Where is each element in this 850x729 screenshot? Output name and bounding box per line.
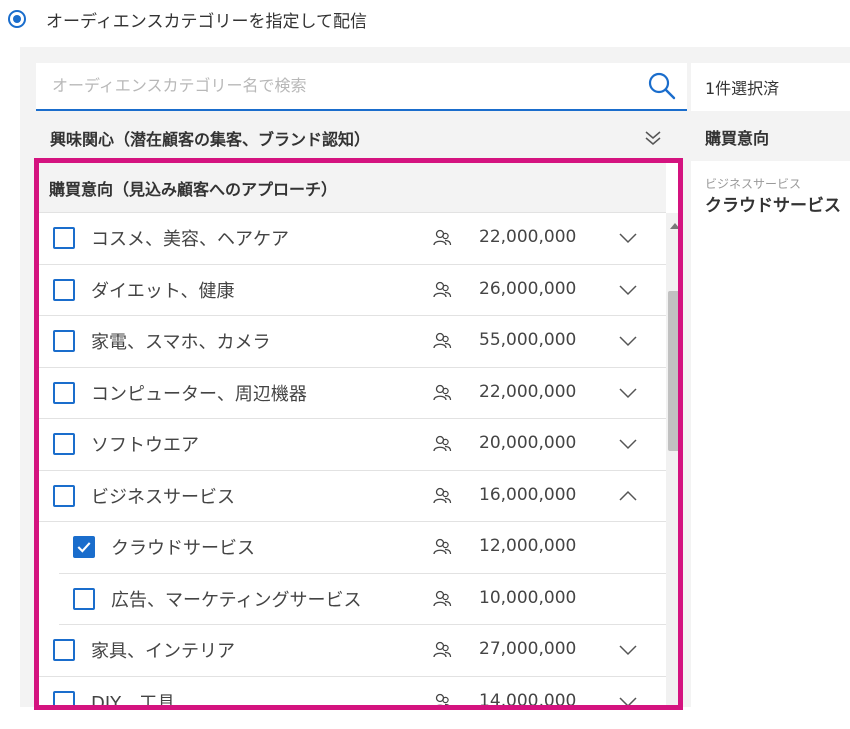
scrollbar-thumb[interactable] bbox=[668, 291, 678, 451]
targeting-mode-label: オーディエンスカテゴリーを指定して配信 bbox=[46, 11, 367, 32]
category-checkbox[interactable] bbox=[73, 587, 95, 610]
audience-count: 20,000,000 bbox=[479, 433, 577, 453]
audience-count: 55,000,000 bbox=[479, 330, 577, 350]
category-name: ソフトウエア bbox=[91, 435, 199, 457]
category-checkbox[interactable] bbox=[53, 278, 75, 301]
category-name: DIY、工具 bbox=[91, 692, 176, 710]
selection-list: ビジネスサービス クラウドサービス bbox=[691, 161, 850, 707]
category-name: 広告、マーケティングサービス bbox=[111, 589, 362, 611]
category-checkbox[interactable] bbox=[53, 330, 75, 353]
scroll-down-arrow-icon[interactable] bbox=[670, 705, 680, 710]
search-input[interactable] bbox=[36, 63, 642, 107]
category-checkbox[interactable] bbox=[53, 433, 75, 456]
category-name: クラウドサービス bbox=[111, 538, 255, 560]
chevron-down-icon[interactable] bbox=[617, 639, 639, 661]
chevron-down-icon[interactable] bbox=[617, 433, 639, 455]
section-purchase-label: 購買意向（見込み顧客へのアプローチ） bbox=[39, 163, 666, 213]
chevron-down-icon[interactable] bbox=[617, 279, 639, 301]
targeting-mode-radio[interactable] bbox=[8, 10, 26, 28]
scroll-up-arrow-icon[interactable] bbox=[670, 223, 678, 229]
people-icon bbox=[432, 434, 452, 454]
chevron-down-icon[interactable] bbox=[617, 691, 639, 705]
chevron-down-icon[interactable] bbox=[617, 382, 639, 404]
category-row[interactable]: コンピューター、周辺機器 22,000,000 bbox=[39, 367, 666, 419]
category-row[interactable]: コスメ、美容、ヘアケア 22,000,000 bbox=[39, 213, 666, 265]
category-checkbox[interactable] bbox=[53, 381, 75, 404]
scrollbar[interactable] bbox=[666, 213, 680, 710]
category-checkbox[interactable] bbox=[53, 484, 75, 507]
search-icon[interactable] bbox=[647, 71, 677, 101]
category-row[interactable]: ダイエット、健康 26,000,000 bbox=[39, 264, 666, 316]
category-checkbox[interactable] bbox=[53, 690, 75, 705]
people-icon bbox=[432, 228, 452, 248]
people-icon bbox=[432, 640, 452, 660]
people-icon bbox=[432, 692, 452, 705]
people-icon bbox=[432, 486, 452, 506]
category-name: ダイエット、健康 bbox=[91, 280, 235, 302]
category-search bbox=[36, 63, 687, 111]
selection-summary: 1件選択済 bbox=[691, 63, 850, 111]
subcategory-row[interactable]: クラウドサービス 12,000,000 bbox=[59, 522, 666, 574]
section-interest-label: 興味関心（潜在顧客の集客、ブランド認知） bbox=[50, 130, 371, 149]
chevron-down-icon[interactable] bbox=[617, 227, 639, 249]
subcategory-row[interactable]: 広告、マーケティングサービス 10,000,000 bbox=[59, 573, 666, 625]
audience-count: 16,000,000 bbox=[479, 484, 577, 505]
category-list: 購買意向（見込み顧客へのアプローチ） コスメ、美容、ヘアケア 22,000,000… bbox=[39, 163, 666, 710]
category-checkbox[interactable] bbox=[73, 536, 95, 559]
double-chevron-down-icon[interactable] bbox=[641, 126, 665, 150]
category-row[interactable]: ソフトウエア 20,000,000 bbox=[39, 419, 666, 471]
people-icon bbox=[432, 331, 452, 351]
audience-count: 26,000,000 bbox=[479, 278, 577, 299]
selected-item-parent: ビジネスサービス bbox=[705, 177, 802, 191]
people-icon bbox=[432, 280, 452, 300]
audience-count: 10,000,000 bbox=[479, 587, 577, 608]
people-icon bbox=[432, 589, 452, 609]
purchase-intent-section: 購買意向（見込み顧客へのアプローチ） コスメ、美容、ヘアケア 22,000,000… bbox=[34, 158, 683, 710]
category-name: コンピューター、周辺機器 bbox=[91, 383, 307, 405]
category-checkbox[interactable] bbox=[53, 227, 75, 250]
category-name: ビジネスサービス bbox=[91, 486, 235, 508]
chevron-up-icon[interactable] bbox=[617, 485, 639, 507]
category-row[interactable]: 家具、インテリア 27,000,000 bbox=[39, 625, 666, 677]
category-row[interactable]: DIY、工具 14,000,000 bbox=[39, 676, 666, 710]
category-row[interactable]: 家電、スマホ、カメラ 55,000,000 bbox=[39, 316, 666, 368]
section-interest[interactable]: 興味関心（潜在顧客の集客、ブランド認知） bbox=[36, 113, 687, 163]
audience-count: 22,000,000 bbox=[479, 227, 577, 247]
audience-count: 12,000,000 bbox=[479, 536, 577, 556]
chevron-down-icon[interactable] bbox=[617, 330, 639, 352]
category-checkbox[interactable] bbox=[53, 639, 75, 662]
audience-count: 14,000,000 bbox=[479, 690, 577, 710]
audience-count: 27,000,000 bbox=[479, 639, 577, 659]
category-name: 家電、スマホ、カメラ bbox=[91, 332, 271, 354]
people-icon bbox=[432, 537, 452, 557]
selected-item-name[interactable]: クラウドサービス bbox=[705, 191, 841, 216]
selection-heading: 購買意向 bbox=[691, 113, 850, 161]
targeting-mode-option[interactable]: オーディエンスカテゴリーを指定して配信 bbox=[8, 6, 367, 32]
category-row[interactable]: ビジネスサービス 16,000,000 bbox=[39, 470, 666, 522]
audience-count: 22,000,000 bbox=[479, 381, 577, 402]
people-icon bbox=[432, 383, 452, 403]
category-name: コスメ、美容、ヘアケア bbox=[91, 229, 289, 251]
category-name: 家具、インテリア bbox=[91, 641, 235, 663]
category-rows: コスメ、美容、ヘアケア 22,000,000 ダイエット、健康 26,000,000 家… bbox=[39, 213, 666, 710]
radio-selected-dot bbox=[13, 15, 21, 23]
